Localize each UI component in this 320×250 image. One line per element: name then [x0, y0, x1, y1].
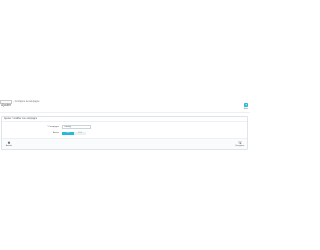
switch-yes-option[interactable]: OUI [62, 131, 74, 135]
help-icon: ? [244, 103, 248, 107]
cancel-button[interactable]: ✖ Annuler [4, 141, 14, 148]
save-button[interactable]: 🖫 Enregistrer [235, 141, 245, 148]
panel-footer: ✖ Annuler 🖫 Enregistrer [2, 138, 247, 149]
campaign-form-panel: Ajouter / modifier une campagne * Campag… [1, 116, 248, 150]
breadcrumb-current[interactable]: Configure la campagne [15, 100, 40, 103]
help-label: Aide [243, 108, 248, 110]
campaign-name-label: * Campagne [46, 126, 59, 128]
panel-heading: Ajouter / modifier une campagne [2, 117, 247, 122]
campaign-name-input[interactable] [62, 125, 91, 129]
breadcrumb-separator: › [13, 100, 14, 103]
cancel-label: Annuler [5, 145, 13, 147]
active-switch[interactable]: OUI NON [62, 131, 86, 135]
help-button[interactable]: ? Aide [243, 103, 249, 110]
active-row: Active OUI NON [2, 131, 247, 135]
active-label: Active [53, 132, 59, 134]
campaign-name-row: * Campagne [2, 125, 247, 129]
header-divider [0, 112, 250, 113]
switch-no-option[interactable]: NON [74, 131, 86, 135]
page-title: Ajouter [1, 103, 12, 107]
page: › Configure la campagne Ajouter ? Aide A… [0, 0, 250, 250]
save-label: Enregistrer [235, 145, 245, 147]
